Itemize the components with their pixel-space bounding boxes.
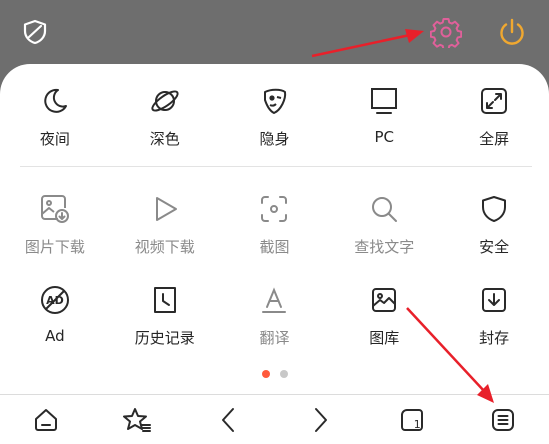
find-text-label: 查找文字: [354, 238, 415, 256]
section-divider: [20, 166, 532, 167]
play-icon: [148, 192, 182, 226]
forward-icon: [315, 408, 328, 432]
archive-button[interactable]: 封存: [439, 283, 549, 348]
history-label: 历史记录: [134, 329, 195, 347]
home-button[interactable]: [0, 395, 92, 444]
video-download-button[interactable]: 视频下载: [110, 192, 220, 257]
back-icon: [221, 408, 234, 432]
desktop-mode-button[interactable]: PC: [329, 84, 439, 149]
ad-block-button[interactable]: AD Ad: [0, 283, 110, 348]
ad-block-label: Ad: [45, 327, 65, 345]
desktop-mode-label: PC: [374, 128, 395, 146]
screenshot-icon: [257, 192, 291, 226]
archive-label: 封存: [479, 329, 510, 347]
monitor-icon: [367, 84, 401, 118]
image-download-button[interactable]: 图片下载: [0, 192, 110, 257]
planet-icon: [148, 84, 182, 118]
incognito-button[interactable]: 隐身: [220, 84, 330, 149]
fullscreen-button[interactable]: 全屏: [439, 84, 549, 149]
video-download-label: 视频下载: [134, 238, 195, 256]
translate-button[interactable]: 翻译: [220, 283, 330, 348]
incognito-label: 隐身: [259, 130, 290, 148]
top-bar: [0, 0, 549, 66]
history-icon: [148, 283, 182, 317]
fullscreen-label: 全屏: [479, 130, 510, 148]
find-text-button[interactable]: 查找文字: [329, 192, 439, 257]
security-button[interactable]: 安全: [439, 192, 549, 257]
security-label: 安全: [479, 238, 510, 256]
history-button[interactable]: 历史记录: [110, 283, 220, 348]
archive-download-icon: [477, 283, 511, 317]
image-download-icon: [38, 192, 72, 226]
menu-row-2: 图片下载 视频下载 截图 查找文字 安全: [0, 192, 549, 257]
screenshot-button[interactable]: 截图: [220, 192, 330, 257]
ad-block-icon: AD: [38, 283, 72, 317]
menu-row-1: 夜间 深色 隐身 PC 全屏: [0, 84, 549, 149]
dark-theme-label: 深色: [149, 130, 180, 148]
menu-icon: [492, 409, 515, 431]
search-icon: [367, 192, 401, 226]
image-download-label: 图片下载: [24, 238, 85, 256]
gallery-button[interactable]: 图库: [329, 283, 439, 348]
svg-text:AD: AD: [46, 294, 64, 307]
dark-theme-button[interactable]: 深色: [110, 84, 220, 149]
incognito-mask-icon: [257, 84, 291, 118]
tabs-icon: 1: [399, 407, 425, 433]
bookmark-star-icon: [123, 408, 152, 432]
screenshot-label: 截图: [259, 238, 290, 256]
back-button[interactable]: [183, 395, 275, 444]
gear-icon[interactable]: [426, 12, 466, 52]
fullscreen-icon: [477, 84, 511, 118]
translate-icon: [257, 283, 291, 317]
shield-icon: [477, 192, 511, 226]
tabs-button[interactable]: 1: [366, 395, 458, 444]
translate-label: 翻译: [259, 329, 290, 347]
moon-icon: [38, 84, 72, 118]
tab-count: 1: [413, 418, 421, 431]
main-menu-button[interactable]: [458, 395, 549, 444]
forward-button[interactable]: [275, 395, 367, 444]
page-dot-inactive[interactable]: [279, 370, 288, 378]
gallery-label: 图库: [369, 329, 400, 347]
home-icon: [34, 409, 57, 431]
gallery-icon: [367, 283, 401, 317]
night-mode-label: 夜间: [39, 130, 70, 148]
night-mode-button[interactable]: 夜间: [0, 84, 110, 149]
page-indicator: [0, 370, 549, 378]
page-dot-active[interactable]: [261, 370, 270, 378]
power-icon[interactable]: [492, 12, 532, 52]
shield-check-icon[interactable]: [15, 12, 55, 52]
bookmarks-button[interactable]: [92, 395, 184, 444]
bottom-nav-bar: 1: [0, 394, 549, 444]
menu-row-3: AD Ad 历史记录 翻译 图库 封存: [0, 283, 549, 348]
